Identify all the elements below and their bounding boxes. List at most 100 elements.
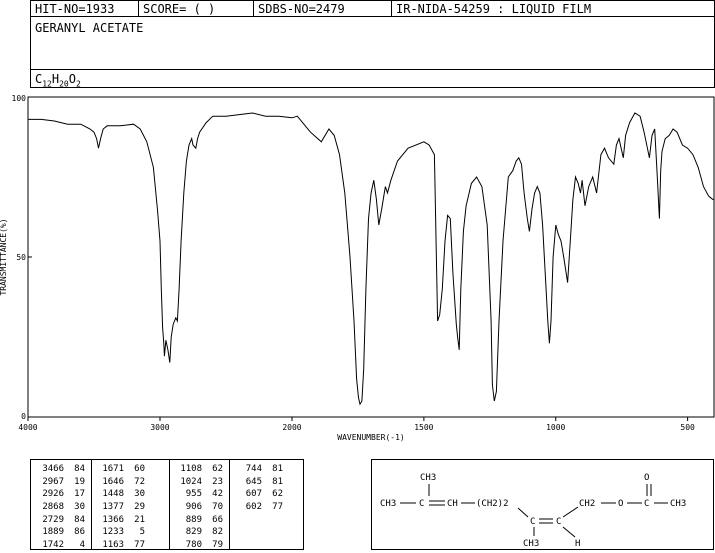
- structure-bond-h: [562, 526, 576, 538]
- structure-bond-up: [562, 506, 579, 518]
- peak-table-row: 2967 19: [35, 476, 85, 489]
- peak-wavenumber: 1889: [42, 527, 64, 538]
- peak-transmittance: 21: [134, 514, 145, 525]
- peak-table-row: 744 81: [233, 463, 283, 476]
- structure-o-top: O: [644, 473, 649, 483]
- structure-c1: C: [419, 499, 424, 509]
- structure-ch2n: (CH2)2: [476, 499, 509, 509]
- peak-transmittance: 84: [74, 464, 85, 474]
- peak-wavenumber: 2967: [42, 476, 64, 487]
- peak-table-row: 607 62: [233, 488, 283, 501]
- peak-wavenumber: 955: [185, 489, 202, 500]
- peak-wavenumber: 1024: [180, 476, 202, 487]
- peak-transmittance: 77: [272, 502, 283, 513]
- peak-table-row: 2729 84: [35, 514, 85, 527]
- x-axis-ticks: 4000 3000 2000 1500 1000 500: [18, 417, 695, 432]
- peak-wavenumber: 829: [185, 527, 202, 538]
- peak-transmittance: 30: [134, 489, 145, 500]
- structure-top-ch3: CH3: [420, 473, 436, 483]
- peak-table-column: 1671 60 1646 72 1448 30 1377 29 1366 21 1233 5 1163 7…: [95, 463, 145, 552]
- peak-wavenumber: 2926: [42, 489, 64, 500]
- peak-transmittance: 19: [74, 476, 85, 487]
- peak-table-divider: [91, 460, 92, 549]
- structure-ch: CH: [447, 499, 458, 509]
- peak-table-row: 602 77: [233, 501, 283, 514]
- peak-table-row: 2868 30: [35, 501, 85, 514]
- peak-transmittance: 30: [74, 502, 85, 513]
- peak-wavenumber: 1366: [102, 514, 124, 525]
- peak-wavenumber: 744: [245, 464, 262, 474]
- x-tick-label: 2000: [282, 423, 301, 432]
- structure-h: H: [575, 539, 580, 549]
- peak-wavenumber: 889: [185, 514, 202, 525]
- peak-table-row: 1889 86: [35, 526, 85, 539]
- y-tick-label: 100: [12, 94, 27, 103]
- peak-transmittance: 84: [74, 514, 85, 525]
- peak-wavenumber: 1377: [102, 502, 124, 513]
- spectrum-series-line: [28, 112, 714, 406]
- peak-wavenumber: 607: [245, 489, 262, 500]
- peak-transmittance: 81: [272, 476, 283, 487]
- peak-table-row: 780 79: [173, 539, 223, 552]
- peak-transmittance: 77: [134, 540, 145, 551]
- structure-right-ch3: CH3: [670, 499, 686, 509]
- peak-transmittance: 79: [212, 540, 223, 551]
- peak-table-row: 1671 60: [95, 463, 145, 476]
- peak-table-row: 1366 21: [95, 514, 145, 527]
- peak-transmittance: 42: [212, 489, 223, 500]
- peak-table-row: 829 82: [173, 526, 223, 539]
- peak-transmittance: 66: [212, 514, 223, 525]
- peak-table-row: 3466 84: [35, 463, 85, 476]
- x-tick-label: 4000: [18, 423, 37, 432]
- peak-transmittance: 4: [79, 540, 85, 551]
- structure-box: CH3 CH3 C CH (CH2)2 C C CH3 H CH2 O O C …: [371, 459, 714, 550]
- peak-wavenumber: 1742: [42, 540, 64, 551]
- structure-bond-diag: [517, 507, 529, 518]
- peak-table-row: 1163 77: [95, 539, 145, 552]
- ir-spectrum-chart: 100500 4000 3000 2000 1500 1000 500 TRANSMITT…: [0, 94, 715, 442]
- peak-table-row: 906 70: [173, 501, 223, 514]
- peak-table-row: 1448 30: [95, 488, 145, 501]
- peak-transmittance: 62: [212, 464, 223, 474]
- peak-table-column: 3466 84 2967 19 2926 17 2868 30 2729 84 1889 86 1742…: [35, 463, 85, 552]
- peak-table-row: 1024 23: [173, 476, 223, 489]
- peak-wavenumber: 1233: [102, 527, 124, 538]
- peak-transmittance: 17: [74, 489, 85, 500]
- peak-table-row: 2926 17: [35, 488, 85, 501]
- peak-transmittance: 70: [212, 502, 223, 513]
- peak-wavenumber: 2868: [42, 502, 64, 513]
- y-tick-label: 50: [16, 253, 26, 262]
- peak-table-row: 889 66: [173, 514, 223, 527]
- peak-table-row: 1108 62: [173, 463, 223, 476]
- peak-transmittance: 86: [74, 527, 85, 538]
- y-axis-ticks: 100 50 0: [12, 94, 32, 421]
- x-axis-label: WAVENUMBER(-1): [337, 433, 404, 442]
- peak-table-row: 1646 72: [95, 476, 145, 489]
- peak-wavenumber: 602: [245, 502, 262, 513]
- peak-table-divider: [229, 460, 230, 549]
- peak-table-column: 1108 62 1024 23 955 42 906 70 889 66 829 82 780 79: [173, 463, 223, 552]
- chemical-structure: CH3 CH3 C CH (CH2)2 C C CH3 H CH2 O O C …: [380, 473, 686, 549]
- peak-transmittance: 82: [212, 527, 223, 538]
- structure-o: O: [618, 499, 623, 509]
- structure-bottom-ch3: CH3: [523, 539, 539, 549]
- y-axis-label: TRANSMITTANCE(%): [0, 218, 8, 295]
- plot-frame: [27, 96, 715, 418]
- structure-c2: C: [530, 517, 535, 527]
- peak-table: 3466 84 2967 19 2926 17 2868 30 2729 84 1889 86 1742…: [30, 459, 304, 550]
- x-tick-label: 1500: [414, 423, 433, 432]
- peak-table-row: 1742 4: [35, 539, 85, 552]
- peak-table-row: 1377 29: [95, 501, 145, 514]
- x-tick-label: 500: [680, 423, 695, 432]
- peak-wavenumber: 2729: [42, 514, 64, 525]
- peak-wavenumber: 780: [185, 540, 202, 551]
- y-tick-label: 0: [21, 412, 26, 421]
- peak-wavenumber: 1646: [102, 476, 124, 487]
- peak-table-column: 744 81 645 81 607 62 602 77: [233, 463, 283, 514]
- structure-ch2: CH2: [579, 499, 595, 509]
- peak-transmittance: 5: [139, 527, 145, 538]
- peak-table-row: 1233 5: [95, 526, 145, 539]
- peak-transmittance: 62: [272, 489, 283, 500]
- peak-wavenumber: 645: [245, 476, 262, 487]
- peak-table-row: 955 42: [173, 488, 223, 501]
